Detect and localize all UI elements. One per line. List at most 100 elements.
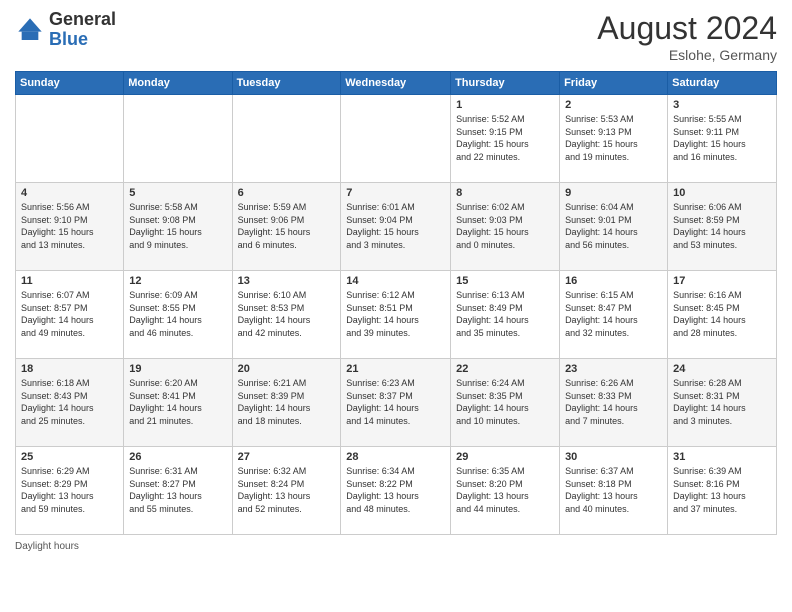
day-number: 9 <box>565 187 662 199</box>
day-info: Sunrise: 6:10 AM Sunset: 8:53 PM Dayligh… <box>238 289 336 339</box>
weekday-header-cell: Sunday <box>16 72 124 95</box>
calendar-cell: 25Sunrise: 6:29 AM Sunset: 8:29 PM Dayli… <box>16 447 124 535</box>
day-info: Sunrise: 6:31 AM Sunset: 8:27 PM Dayligh… <box>129 465 226 515</box>
calendar-cell: 26 Sunrise: 6:31 AM Sunset: 8:27 PM Dayli… <box>124 447 232 535</box>
day-number: 13 <box>238 275 336 287</box>
weekday-header-cell: Saturday <box>668 72 777 95</box>
day-info: Sunrise: 6:07 AM Sunset: 8:57 PM Dayligh… <box>21 289 118 339</box>
day-info: Sunrise: 6:12 AM Sunset: 8:51 PM Dayligh… <box>346 289 445 339</box>
day-info: Sunrise: 6:26 AM Sunset: 8:33 PM Dayligh… <box>565 377 662 427</box>
weekday-header-cell: Monday <box>124 72 232 95</box>
calendar-cell: 10 Sunrise: 6:06 AM Sunset: 8:59 PM Dayli… <box>668 183 777 271</box>
weekday-header-cell: Thursday <box>451 72 560 95</box>
calendar-cell: 29 Sunrise: 6:35 AM Sunset: 8:20 PM Dayli… <box>451 447 560 535</box>
day-info: Sunrise: 6:18 AM Sunset: 8:43 PM Dayligh… <box>21 377 118 427</box>
day-number: 7 <box>346 187 445 199</box>
day-number: 8 <box>456 187 554 199</box>
day-number: 12 <box>129 275 226 287</box>
day-info: Sunrise: 6:20 AM Sunset: 8:41 PM Dayligh… <box>129 377 226 427</box>
logo-icon <box>15 15 45 45</box>
calendar-cell: 12 Sunrise: 6:09 AM Sunset: 8:55 PM Dayli… <box>124 271 232 359</box>
day-number: 25 <box>21 451 118 463</box>
day-number: 18 <box>21 363 118 375</box>
header: General Blue August 2024 Eslohe, Germany <box>15 10 777 63</box>
weekday-header-cell: Wednesday <box>341 72 451 95</box>
calendar-cell: 4 Sunrise: 5:56 AM Sunset: 9:10 PM Daylig… <box>16 183 124 271</box>
day-number: 6 <box>238 187 336 199</box>
day-number: 24 <box>673 363 771 375</box>
day-info: Sunrise: 5:55 AM Sunset: 9:11 PM Dayligh… <box>673 113 771 163</box>
day-info: Sunrise: 6:16 AM Sunset: 8:45 PM Dayligh… <box>673 289 771 339</box>
logo: General Blue <box>15 10 116 50</box>
logo-blue-text: Blue <box>49 29 88 49</box>
calendar-cell: 5Sunrise: 5:58 AM Sunset: 9:08 PM Daylig… <box>124 183 232 271</box>
day-info: Sunrise: 6:01 AM Sunset: 9:04 PM Dayligh… <box>346 201 445 251</box>
day-info: Sunrise: 6:37 AM Sunset: 8:18 PM Dayligh… <box>565 465 662 515</box>
day-info: Sunrise: 5:58 AM Sunset: 9:08 PM Dayligh… <box>129 201 226 251</box>
day-number: 14 <box>346 275 445 287</box>
day-number: 27 <box>238 451 336 463</box>
day-number: 3 <box>673 99 771 111</box>
calendar-cell: 13 Sunrise: 6:10 AM Sunset: 8:53 PM Dayli… <box>232 271 341 359</box>
day-info: Sunrise: 6:34 AM Sunset: 8:22 PM Dayligh… <box>346 465 445 515</box>
calendar-cell: 21 Sunrise: 6:23 AM Sunset: 8:37 PM Dayli… <box>341 359 451 447</box>
calendar-cell: 31 Sunrise: 6:39 AM Sunset: 8:16 PM Dayli… <box>668 447 777 535</box>
day-info: Sunrise: 6:09 AM Sunset: 8:55 PM Dayligh… <box>129 289 226 339</box>
calendar-cell: 23Sunrise: 6:26 AM Sunset: 8:33 PM Dayli… <box>560 359 668 447</box>
calendar-cell: 16 Sunrise: 6:15 AM Sunset: 8:47 PM Dayli… <box>560 271 668 359</box>
weekday-header-cell: Tuesday <box>232 72 341 95</box>
calendar-cell: 27 Sunrise: 6:32 AM Sunset: 8:24 PM Dayli… <box>232 447 341 535</box>
day-info: Sunrise: 6:35 AM Sunset: 8:20 PM Dayligh… <box>456 465 554 515</box>
day-info: Sunrise: 6:24 AM Sunset: 8:35 PM Dayligh… <box>456 377 554 427</box>
title-area: August 2024 Eslohe, Germany <box>597 10 777 63</box>
day-number: 29 <box>456 451 554 463</box>
day-info: Sunrise: 6:02 AM Sunset: 9:03 PM Dayligh… <box>456 201 554 251</box>
day-number: 15 <box>456 275 554 287</box>
weekday-header-cell: Friday <box>560 72 668 95</box>
day-number: 1 <box>456 99 554 111</box>
month-year-title: August 2024 <box>597 10 777 47</box>
calendar-cell: 17 Sunrise: 6:16 AM Sunset: 8:45 PM Dayli… <box>668 271 777 359</box>
calendar-cell: 3 Sunrise: 5:55 AM Sunset: 9:11 PM Daylig… <box>668 95 777 183</box>
calendar-cell: 8 Sunrise: 6:02 AM Sunset: 9:03 PM Daylig… <box>451 183 560 271</box>
calendar-cell: 11Sunrise: 6:07 AM Sunset: 8:57 PM Dayli… <box>16 271 124 359</box>
calendar-cell: 6 Sunrise: 5:59 AM Sunset: 9:06 PM Daylig… <box>232 183 341 271</box>
calendar-cell: 20Sunrise: 6:21 AM Sunset: 8:39 PM Dayli… <box>232 359 341 447</box>
day-info: Sunrise: 6:13 AM Sunset: 8:49 PM Dayligh… <box>456 289 554 339</box>
calendar-cell <box>341 95 451 183</box>
calendar-cell: 18 Sunrise: 6:18 AM Sunset: 8:43 PM Dayli… <box>16 359 124 447</box>
calendar-cell: 24 Sunrise: 6:28 AM Sunset: 8:31 PM Dayli… <box>668 359 777 447</box>
day-number: 30 <box>565 451 662 463</box>
day-number: 28 <box>346 451 445 463</box>
day-number: 16 <box>565 275 662 287</box>
day-info: Sunrise: 5:52 AM Sunset: 9:15 PM Dayligh… <box>456 113 554 163</box>
calendar-cell: 1 Sunrise: 5:52 AM Sunset: 9:15 PM Daylig… <box>451 95 560 183</box>
day-number: 17 <box>673 275 771 287</box>
day-info: Sunrise: 6:04 AM Sunset: 9:01 PM Dayligh… <box>565 201 662 251</box>
day-info: Sunrise: 6:32 AM Sunset: 8:24 PM Dayligh… <box>238 465 336 515</box>
day-number: 21 <box>346 363 445 375</box>
calendar-cell: 22 Sunrise: 6:24 AM Sunset: 8:35 PM Dayli… <box>451 359 560 447</box>
calendar-cell: 28 Sunrise: 6:34 AM Sunset: 8:22 PM Dayli… <box>341 447 451 535</box>
day-info: Sunrise: 6:23 AM Sunset: 8:37 PM Dayligh… <box>346 377 445 427</box>
calendar-cell: 7 Sunrise: 6:01 AM Sunset: 9:04 PM Daylig… <box>341 183 451 271</box>
day-number: 4 <box>21 187 118 199</box>
calendar-cell: 2Sunrise: 5:53 AM Sunset: 9:13 PM Daylig… <box>560 95 668 183</box>
day-info: Sunrise: 6:28 AM Sunset: 8:31 PM Dayligh… <box>673 377 771 427</box>
day-info: Sunrise: 6:39 AM Sunset: 8:16 PM Dayligh… <box>673 465 771 515</box>
calendar-cell <box>124 95 232 183</box>
logo-general-text: General <box>49 9 116 29</box>
calendar-cell: 14 Sunrise: 6:12 AM Sunset: 8:51 PM Dayli… <box>341 271 451 359</box>
day-number: 22 <box>456 363 554 375</box>
day-number: 19 <box>129 363 226 375</box>
day-number: 26 <box>129 451 226 463</box>
day-number: 10 <box>673 187 771 199</box>
day-info: Sunrise: 6:15 AM Sunset: 8:47 PM Dayligh… <box>565 289 662 339</box>
day-info: Sunrise: 6:06 AM Sunset: 8:59 PM Dayligh… <box>673 201 771 251</box>
calendar-cell: 15 Sunrise: 6:13 AM Sunset: 8:49 PM Dayli… <box>451 271 560 359</box>
day-info: Sunrise: 5:56 AM Sunset: 9:10 PM Dayligh… <box>21 201 118 251</box>
day-info: Sunrise: 5:59 AM Sunset: 9:06 PM Dayligh… <box>238 201 336 251</box>
day-info: Sunrise: 6:21 AM Sunset: 8:39 PM Dayligh… <box>238 377 336 427</box>
day-number: 31 <box>673 451 771 463</box>
calendar-cell <box>16 95 124 183</box>
